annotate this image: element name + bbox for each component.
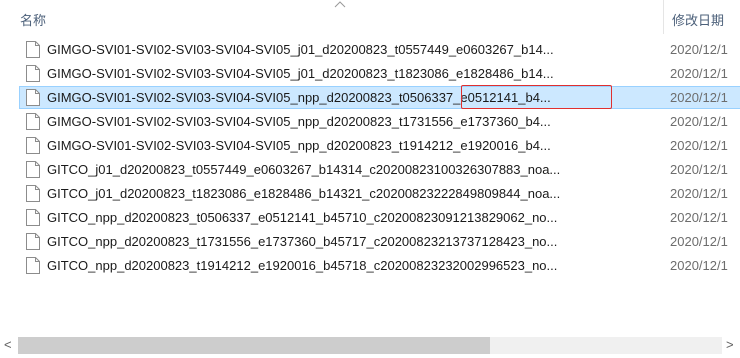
file-name: GIMGO-SVI01-SVI02-SVI03-SVI04-SVI05_j01_…: [47, 42, 554, 57]
column-header-date-modified[interactable]: 修改日期: [672, 10, 724, 29]
file-name: GIMGO-SVI01-SVI02-SVI03-SVI04-SVI05_npp_…: [47, 114, 551, 129]
file-row[interactable]: GIMGO-SVI01-SVI02-SVI03-SVI04-SVI05_npp_…: [0, 134, 740, 158]
file-icon: [26, 161, 40, 178]
file-row-selected[interactable]: GIMGO-SVI01-SVI02-SVI03-SVI04-SVI05_npp_…: [0, 85, 740, 110]
file-icon: [26, 185, 40, 202]
file-name: GITCO_npp_d20200823_t1731556_e1737360_b4…: [47, 234, 558, 249]
file-date-modified: 2020/12/1: [670, 66, 728, 81]
file-icon: [26, 257, 40, 274]
file-icon: [26, 113, 40, 130]
file-name: GIMGO-SVI01-SVI02-SVI03-SVI04-SVI05_npp_…: [47, 138, 551, 153]
scrollbar-thumb[interactable]: [18, 337, 490, 354]
file-date-modified: 2020/12/1: [670, 210, 728, 225]
file-row[interactable]: GIMGO-SVI01-SVI02-SVI03-SVI04-SVI05_npp_…: [0, 110, 740, 134]
scroll-left-arrow-icon[interactable]: <: [4, 337, 12, 352]
file-date-modified: 2020/12/1: [670, 138, 728, 153]
sort-ascending-icon: [334, 1, 346, 8]
file-name: GITCO_npp_d20200823_t1914212_e1920016_b4…: [47, 258, 558, 273]
file-row[interactable]: GITCO_npp_d20200823_t1731556_e1737360_b4…: [0, 230, 740, 254]
file-icon: [26, 209, 40, 226]
file-row[interactable]: GITCO_j01_d20200823_t0557449_e0603267_b1…: [0, 158, 740, 182]
file-icon: [26, 65, 40, 82]
file-row[interactable]: GITCO_npp_d20200823_t0506337_e0512141_b4…: [0, 206, 740, 230]
file-name: GIMGO-SVI01-SVI02-SVI03-SVI04-SVI05_j01_…: [47, 66, 554, 81]
column-header: 名称 修改日期: [0, 0, 740, 34]
scroll-right-arrow-icon[interactable]: >: [726, 337, 734, 352]
horizontal-scrollbar[interactable]: < >: [0, 333, 740, 358]
file-date-modified: 2020/12/1: [670, 114, 728, 129]
file-name: GITCO_j01_d20200823_t1823086_e1828486_b1…: [47, 186, 561, 201]
file-row[interactable]: GITCO_npp_d20200823_t1914212_e1920016_b4…: [0, 254, 740, 278]
file-date-modified: 2020/12/1: [670, 162, 728, 177]
file-icon: [26, 233, 40, 250]
file-date-modified: 2020/12/1: [670, 90, 728, 105]
file-row[interactable]: GITCO_j01_d20200823_t1823086_e1828486_b1…: [0, 182, 740, 206]
column-divider[interactable]: [663, 0, 664, 34]
annotation-box: [461, 85, 612, 109]
file-row[interactable]: GIMGO-SVI01-SVI02-SVI03-SVI04-SVI05_j01_…: [0, 62, 740, 86]
file-date-modified: 2020/12/1: [670, 258, 728, 273]
file-icon: [26, 137, 40, 154]
file-icon: [26, 41, 40, 58]
file-icon: [26, 89, 40, 106]
file-list: GIMGO-SVI01-SVI02-SVI03-SVI04-SVI05_j01_…: [0, 38, 740, 278]
file-name: GITCO_j01_d20200823_t0557449_e0603267_b1…: [47, 162, 561, 177]
file-name: GITCO_npp_d20200823_t0506337_e0512141_b4…: [47, 210, 558, 225]
file-date-modified: 2020/12/1: [670, 186, 728, 201]
file-date-modified: 2020/12/1: [670, 234, 728, 249]
file-row[interactable]: GIMGO-SVI01-SVI02-SVI03-SVI04-SVI05_j01_…: [0, 38, 740, 62]
file-date-modified: 2020/12/1: [670, 42, 728, 57]
column-header-name[interactable]: 名称: [20, 10, 46, 29]
